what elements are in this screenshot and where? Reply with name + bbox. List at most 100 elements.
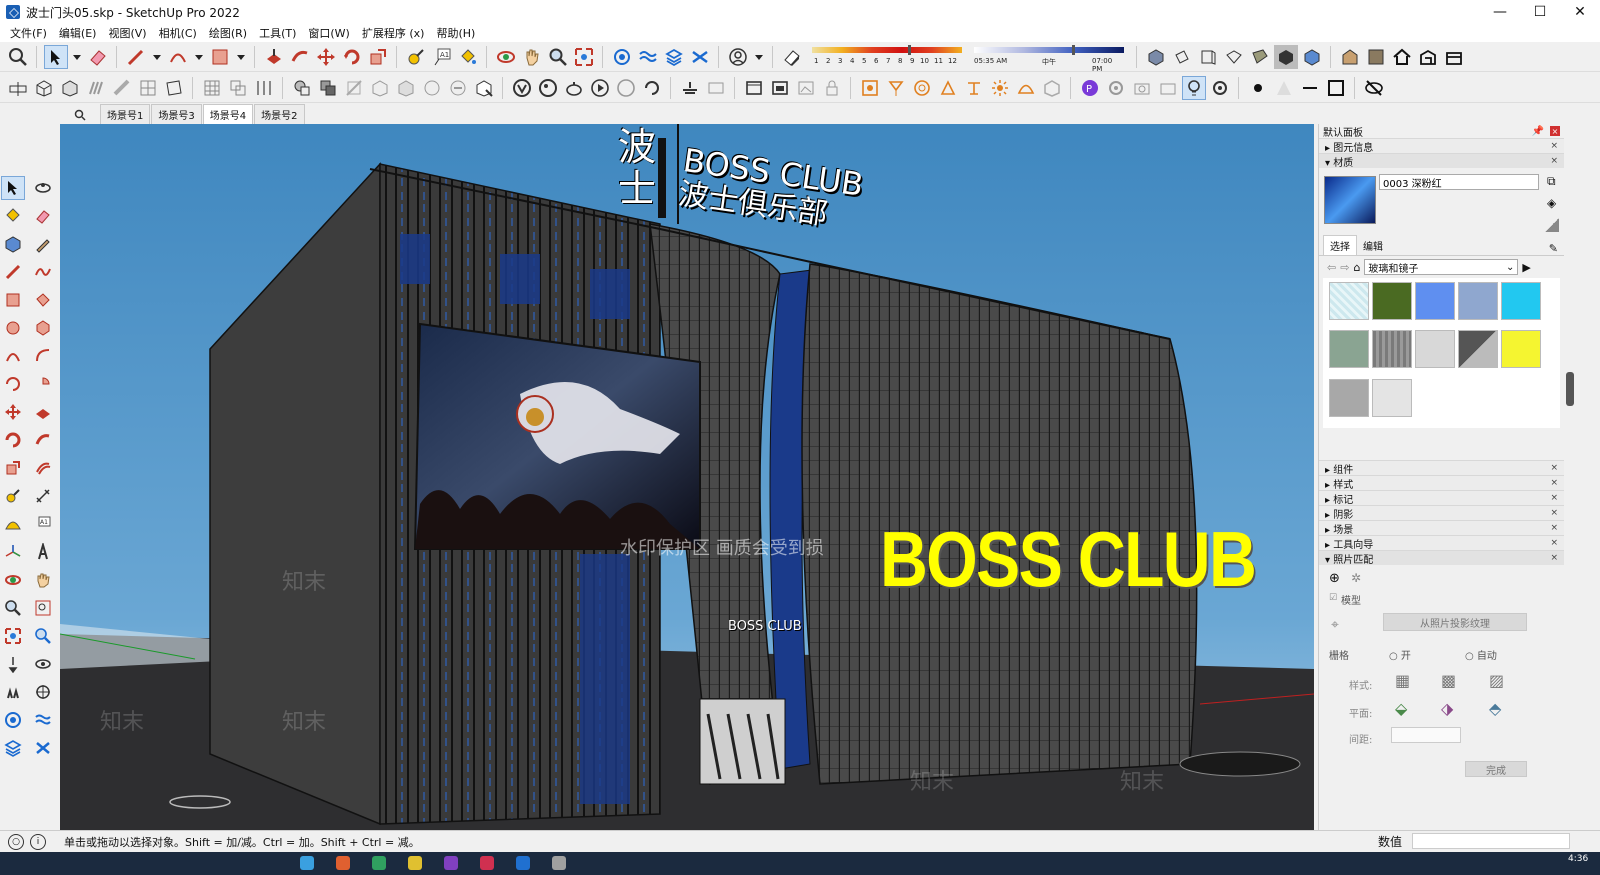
dome-light-icon[interactable] (1014, 76, 1038, 100)
geo-location-icon[interactable] (610, 45, 634, 69)
arc2-left-icon[interactable] (31, 344, 55, 368)
view-right-icon[interactable] (1222, 45, 1246, 69)
menu-file[interactable]: 文件(F) (4, 25, 53, 41)
menu-window[interactable]: 窗口(W) (302, 25, 355, 41)
taskbar-app-icon[interactable] (516, 856, 530, 870)
menu-view[interactable]: 视图(V) (102, 25, 152, 41)
circle-left-icon[interactable] (1, 316, 25, 340)
intersect-icon[interactable] (316, 76, 340, 100)
taskbar-app-icon[interactable] (408, 856, 422, 870)
maximize-button[interactable]: ☐ (1520, 0, 1560, 24)
copy-array-icon[interactable] (226, 76, 250, 100)
zoom-extents-icon[interactable] (6, 45, 30, 69)
orbit-left-icon[interactable] (31, 176, 55, 200)
refresh-render-icon[interactable] (640, 76, 664, 100)
solid-check-icon[interactable] (446, 76, 470, 100)
sun-light-icon[interactable] (988, 76, 1012, 100)
scene-tab-4[interactable]: 场景号4 (202, 104, 254, 124)
line-shape-icon[interactable] (1298, 76, 1322, 100)
picture-icon[interactable] (794, 76, 818, 100)
pencil-line-icon[interactable] (124, 45, 148, 69)
zoom-left-icon[interactable] (1, 596, 25, 620)
square-shape-icon[interactable] (1324, 76, 1348, 100)
follow-me-left-icon[interactable] (31, 428, 55, 452)
walk-left-icon[interactable] (1, 680, 25, 704)
pencil-left-icon[interactable] (31, 232, 55, 256)
triangle-icon[interactable] (1272, 76, 1296, 100)
pie-left-icon[interactable] (31, 372, 55, 396)
rotated-rect-left-icon[interactable] (31, 288, 55, 312)
crosshair-icon[interactable]: ⌖ (1331, 617, 1339, 633)
building-icon[interactable] (1416, 45, 1440, 69)
components-section[interactable]: ▸ 组件 × (1319, 460, 1564, 476)
previous-view-left-icon[interactable] (31, 624, 55, 648)
section-close-icon[interactable]: × (1550, 553, 1558, 563)
scene-tab-3[interactable]: 场景号3 (151, 104, 202, 124)
select-tool-icon[interactable] (44, 44, 68, 69)
freehand-left-icon[interactable] (31, 260, 55, 284)
material-swatch[interactable] (1372, 330, 1412, 369)
rotate-left-icon[interactable] (1, 428, 25, 452)
minimize-button[interactable]: — (1480, 0, 1520, 24)
month-slider[interactable]: 1 2 3 4 5 6 7 8 9 10 11 12 (812, 44, 962, 69)
paint-left-icon[interactable] (1, 204, 25, 228)
taskbar-app-icon[interactable] (480, 856, 494, 870)
material-swatch[interactable] (1329, 378, 1369, 417)
rect-left-icon[interactable] (1, 288, 25, 312)
material-swatch[interactable] (1458, 282, 1498, 320)
forward-arrow-icon[interactable]: ⇨ (1340, 261, 1349, 274)
grid-icon[interactable] (200, 76, 224, 100)
shape-dropdown-icon[interactable] (234, 45, 248, 69)
zoom-window-left-icon[interactable] (31, 596, 55, 620)
outer-shell-icon[interactable] (290, 76, 314, 100)
settings-gear-icon[interactable] (1104, 76, 1128, 100)
menu-camera[interactable]: 相机(C) (153, 25, 203, 41)
store-icon[interactable] (1442, 45, 1466, 69)
taskbar-app-icon[interactable] (552, 856, 566, 870)
grid-on-radio[interactable]: ○ 开 (1389, 647, 1411, 662)
text-tool-icon[interactable]: A1 (430, 45, 454, 69)
mesh-light-icon[interactable] (962, 76, 986, 100)
window-icon[interactable] (742, 76, 766, 100)
menu-extensions[interactable]: 扩展程序 (x) (356, 25, 431, 41)
render-play-icon[interactable] (588, 76, 612, 100)
select-tool-left-icon[interactable] (1, 176, 25, 200)
component-icon[interactable] (1364, 45, 1388, 69)
section-close-icon[interactable]: × (1550, 508, 1558, 518)
hide-eye-icon[interactable] (1362, 76, 1386, 100)
details-arrow-icon[interactable]: ▶ (1522, 261, 1530, 274)
plane-icon[interactable]: ⬘ (1489, 699, 1501, 718)
box-solid-icon[interactable] (32, 76, 56, 100)
omni-light-icon[interactable] (910, 76, 934, 100)
view-front-icon[interactable] (1196, 45, 1220, 69)
zoom-icon[interactable] (546, 45, 570, 69)
menu-edit[interactable]: 编辑(E) (53, 25, 103, 41)
paint-bucket-icon[interactable] (456, 45, 480, 69)
geo-status-icon[interactable]: ○ (8, 833, 24, 850)
axes-left-icon[interactable] (1, 540, 25, 564)
union-icon[interactable] (342, 76, 366, 100)
tape-measure-icon[interactable] (404, 45, 428, 69)
select-dropdown-icon[interactable] (70, 45, 84, 69)
tray-scrollbar-thumb[interactable] (1566, 372, 1574, 406)
zoom-extents-red-icon[interactable] (572, 45, 596, 69)
tab-edit[interactable]: 编辑 (1357, 236, 1389, 255)
arc-dropdown-icon[interactable] (192, 45, 206, 69)
arc-left-icon[interactable] (1, 344, 25, 368)
close-button[interactable]: ✕ (1560, 0, 1600, 24)
3d-text-left-icon[interactable] (31, 540, 55, 564)
grid-style-icon[interactable]: ▩ (1441, 671, 1456, 690)
face-icon[interactable] (162, 76, 186, 100)
tags-section[interactable]: ▸ 标记 × (1319, 490, 1564, 506)
section-plane-icon[interactable] (6, 76, 30, 100)
geo-left-icon[interactable] (1, 708, 25, 732)
pin-icon[interactable]: 📌 (1532, 126, 1544, 137)
material-swatch[interactable] (1372, 378, 1412, 417)
material-swatch[interactable] (1458, 330, 1498, 369)
teapot-icon[interactable] (562, 76, 586, 100)
measurements-input[interactable] (1412, 833, 1570, 849)
section-close-icon[interactable]: × (1550, 538, 1558, 548)
arc3-left-icon[interactable] (1, 372, 25, 396)
back-arrow-icon[interactable]: ⇦ (1327, 261, 1336, 274)
pan-left-icon[interactable] (31, 568, 55, 592)
